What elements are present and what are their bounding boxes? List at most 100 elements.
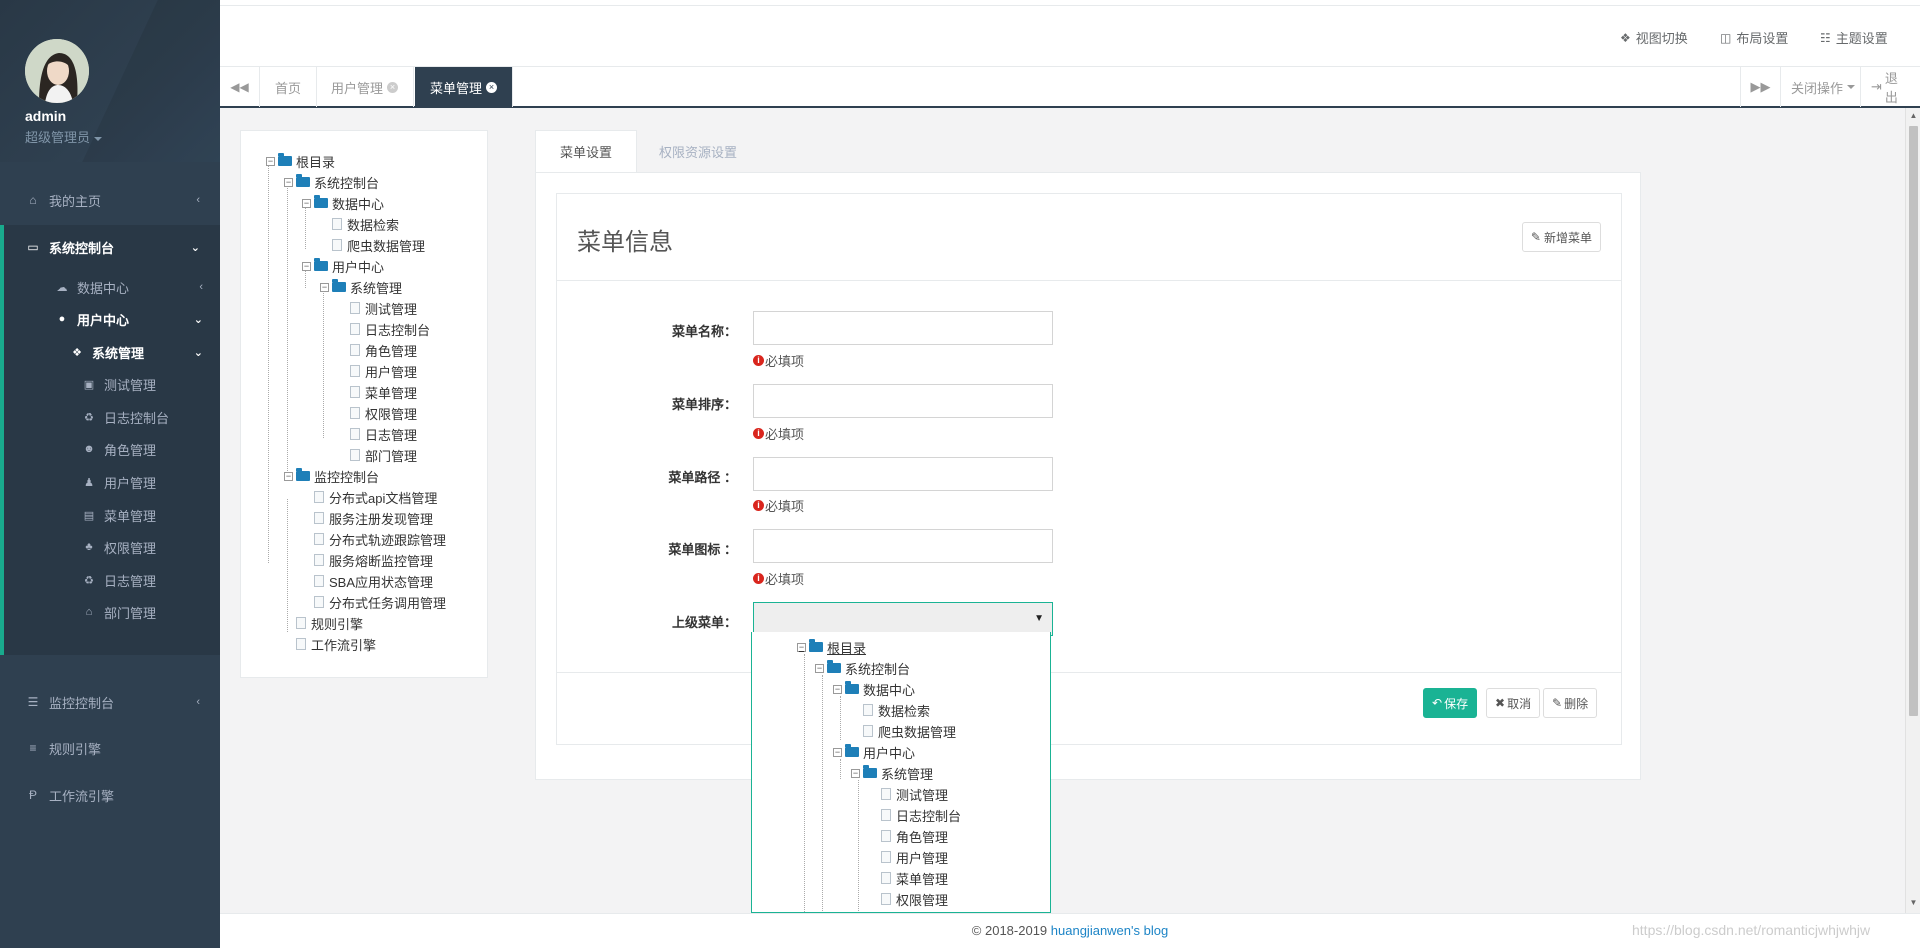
tree-node-label: 权限管理 xyxy=(365,406,418,422)
nav-item-log-console[interactable]: ♻ 日志控制台 xyxy=(82,402,169,432)
tree-node-dept-manage[interactable]: 部门管理 xyxy=(338,445,417,465)
tree-node-monitor[interactable]: − 监控控制台 xyxy=(284,466,379,486)
dropdown-node-data-search[interactable]: 数据检索 xyxy=(851,700,930,720)
nav-item-data-center[interactable]: ☁ 数据中心 ‹ xyxy=(55,272,215,302)
user-avatar[interactable] xyxy=(25,39,89,103)
tab-menu-settings[interactable]: 菜单设置 xyxy=(535,130,638,172)
collapse-icon[interactable]: − xyxy=(302,261,311,271)
tree-node-crawler-data[interactable]: 爬虫数据管理 xyxy=(320,235,425,255)
profile-role-dropdown[interactable]: 超级管理员 xyxy=(25,127,103,146)
tree-node-role-manage[interactable]: 角色管理 xyxy=(338,340,417,360)
tree-node-data-center[interactable]: − 数据中心 xyxy=(302,193,384,213)
dropdown-node-perm-manage[interactable]: 权限管理 xyxy=(869,889,948,909)
dropdown-node-menu-manage[interactable]: 菜单管理 xyxy=(869,868,948,888)
logout-button[interactable]: ⇥ 退出 xyxy=(1860,67,1920,107)
tree-node-test-manage[interactable]: 测试管理 xyxy=(338,298,417,318)
nav-item-sys-manage[interactable]: ❖ 系统管理 ⌄ xyxy=(70,337,215,367)
collapse-icon[interactable]: − xyxy=(284,177,293,187)
nav-item-user-center[interactable]: ● 用户中心 ⌄ xyxy=(55,304,215,334)
tree-node-perm-manage[interactable]: 权限管理 xyxy=(338,403,417,423)
parent-menu-dropdown[interactable]: − 根目录 − 系统控制台 − 数据中心 数据检索 爬虫数据管理 − 用户中心 − 系统管… xyxy=(751,632,1051,913)
tree-node-data-search[interactable]: 数据检索 xyxy=(320,214,399,234)
tree-node-menu-manage[interactable]: 菜单管理 xyxy=(338,382,417,402)
tree-node-console[interactable]: − 系统控制台 xyxy=(284,172,379,192)
tab-scroll-left-button[interactable]: ◀◀ xyxy=(220,67,260,107)
tree-node-user-center[interactable]: − 用户中心 xyxy=(302,256,384,276)
scroll-thumb[interactable] xyxy=(1909,126,1918,716)
menu-name-input[interactable] xyxy=(753,311,1053,345)
collapse-icon[interactable]: − xyxy=(320,282,329,292)
scroll-up-icon[interactable]: ▲ xyxy=(1909,111,1918,120)
collapse-icon[interactable]: − xyxy=(797,642,806,652)
save-button[interactable]: ↶ 保存 xyxy=(1423,688,1478,718)
dropdown-node-sys-manage[interactable]: − 系统管理 xyxy=(851,763,933,783)
collapse-icon[interactable]: − xyxy=(833,747,842,757)
close-icon[interactable]: × xyxy=(387,81,399,93)
nav-item-home[interactable]: ⌂ 我的主页 ‹ xyxy=(0,178,220,222)
tree-node-task-sched[interactable]: 分布式任务调用管理 xyxy=(302,592,446,612)
close-ops-dropdown[interactable]: 关闭操作 xyxy=(1780,67,1865,107)
nav-item-role-manage[interactable]: ☻ 角色管理 xyxy=(82,434,156,464)
collapse-icon[interactable]: − xyxy=(302,198,311,208)
collapse-icon[interactable]: − xyxy=(266,156,275,166)
dropdown-node-user-center[interactable]: − 用户中心 xyxy=(833,742,915,762)
tree-node-root[interactable]: − 根目录 xyxy=(266,151,335,171)
nav-item-rule-engine[interactable]: ≡ 规则引擎 xyxy=(0,726,220,770)
layout-settings-button[interactable]: ◫ 布局设置 xyxy=(1720,28,1788,47)
nav-item-log-manage[interactable]: ♻ 日志管理 xyxy=(82,565,156,595)
dropdown-node-role-manage[interactable]: 角色管理 xyxy=(869,826,948,846)
delete-button[interactable]: ✎ 删除 xyxy=(1543,688,1598,718)
nav-item-menu-manage[interactable]: ▤ 菜单管理 xyxy=(82,500,156,530)
nav-item-user-manage[interactable]: ♟ 用户管理 xyxy=(82,467,156,497)
dropdown-node-console[interactable]: − 系统控制台 xyxy=(815,658,910,678)
tree-node-log-manage[interactable]: 日志管理 xyxy=(338,424,417,444)
nav-item-dept-manage[interactable]: ⌂ 部门管理 xyxy=(82,597,156,627)
collapse-icon[interactable]: − xyxy=(833,684,842,694)
collapse-icon[interactable]: − xyxy=(851,768,860,778)
menu-icon-input[interactable] xyxy=(753,529,1053,563)
tree-node-service-reg[interactable]: 服务注册发现管理 xyxy=(302,508,433,528)
tree-node-trace[interactable]: 分布式轨迹跟踪管理 xyxy=(302,529,446,549)
view-switch-button[interactable]: ❖ 视图切换 xyxy=(1620,28,1688,47)
collapse-icon[interactable]: − xyxy=(284,471,293,481)
tab-user-manage[interactable]: 用户管理 × xyxy=(316,67,415,107)
tree-node-api-doc[interactable]: 分布式api文档管理 xyxy=(302,487,437,507)
tab-perm-settings[interactable]: 权限资源设置 xyxy=(635,130,761,172)
tree-node-circuit[interactable]: 服务熔断监控管理 xyxy=(302,550,433,570)
tab-scroll-right-button[interactable]: ▶▶ xyxy=(1740,67,1780,107)
nav-item-perm-manage[interactable]: ♣ 权限管理 xyxy=(82,532,156,562)
dropdown-node-crawler-data[interactable]: 爬虫数据管理 xyxy=(851,721,956,741)
nav-item-test-manage[interactable]: ▣ 测试管理 xyxy=(82,369,156,399)
page-scrollbar[interactable]: ▲ ▼ xyxy=(1905,108,1920,913)
folder-icon xyxy=(314,258,328,271)
theme-settings-button[interactable]: ☷ 主题设置 xyxy=(1820,28,1888,47)
tab-menu-manage[interactable]: 菜单管理 × xyxy=(415,67,514,107)
parent-menu-select[interactable]: ▼ xyxy=(753,602,1053,636)
footer-blog-link[interactable]: huangjianwen's blog xyxy=(1051,923,1168,938)
dropdown-node-user-manage[interactable]: 用户管理 xyxy=(869,847,948,867)
nav-item-monitor[interactable]: ☰ 监控控制台 ‹ xyxy=(0,680,220,724)
tree-node-sba[interactable]: SBA应用状态管理 xyxy=(302,571,433,591)
tab-home[interactable]: 首页 xyxy=(260,67,318,107)
file-icon xyxy=(314,554,324,566)
dropdown-node-log-console[interactable]: 日志控制台 xyxy=(869,805,961,825)
menu-order-input[interactable] xyxy=(753,384,1053,418)
menu-path-input[interactable] xyxy=(753,457,1053,491)
tree-node-user-manage[interactable]: 用户管理 xyxy=(338,361,417,381)
nav-item-workflow-engine[interactable]: Ᵽ 工作流引擎 xyxy=(0,773,220,817)
new-menu-button[interactable]: ✎ 新增菜单 xyxy=(1521,222,1601,252)
tree-node-workflow-engine[interactable]: 工作流引擎 xyxy=(284,634,376,654)
cancel-button[interactable]: ✖ 取消 xyxy=(1486,688,1541,718)
dropdown-node-data-center[interactable]: − 数据中心 xyxy=(833,679,915,699)
tree-node-log-console[interactable]: 日志控制台 xyxy=(338,319,430,339)
tree-node-sys-manage[interactable]: − 系统管理 xyxy=(320,277,402,297)
collapse-icon[interactable]: − xyxy=(815,663,824,673)
tree-node-rule-engine[interactable]: 规则引擎 xyxy=(284,613,363,633)
nav-item-console[interactable]: ▭ 系统控制台 ⌄ xyxy=(0,225,220,269)
nav-item-label: 菜单管理 xyxy=(104,508,157,524)
close-icon[interactable]: × xyxy=(486,81,498,93)
dropdown-node-test-manage[interactable]: 测试管理 xyxy=(869,784,948,804)
dropdown-node-root[interactable]: − 根目录 xyxy=(797,637,866,657)
menu-info-box: 菜单信息 ✎ 新增菜单 菜单名称： i 必填项 菜单排序： i 必填项 菜单路径 ：… xyxy=(556,193,1622,745)
scroll-down-icon[interactable]: ▼ xyxy=(1909,898,1918,907)
